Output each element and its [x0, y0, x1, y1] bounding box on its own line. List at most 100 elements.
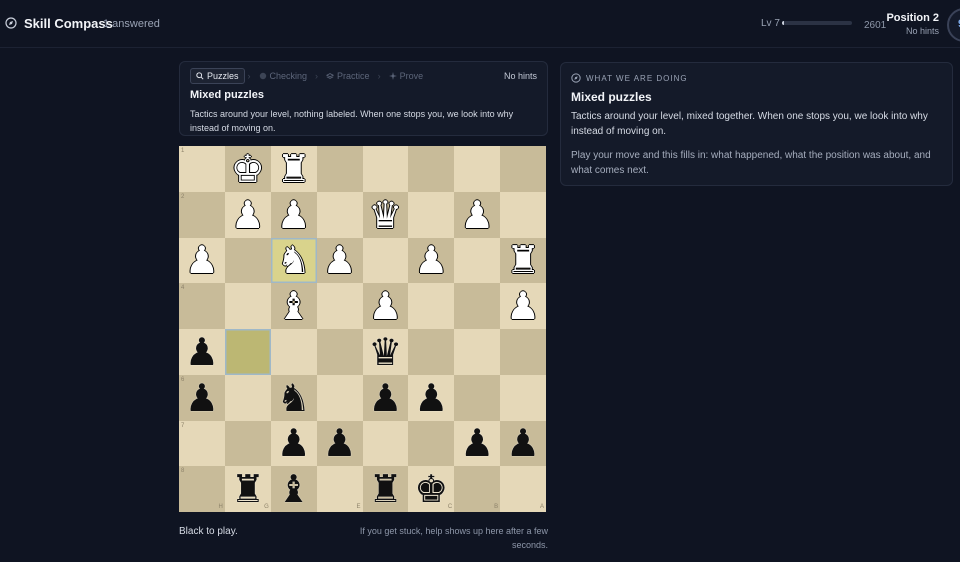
board-square[interactable]: B	[454, 466, 501, 512]
white-bishop-piece[interactable]: ♝	[277, 287, 311, 325]
board-square[interactable]	[454, 283, 501, 329]
white-pawn-piece[interactable]: ♟	[414, 241, 448, 279]
black-pawn-piece[interactable]: ♟	[506, 424, 540, 462]
board-square[interactable]: 1	[179, 146, 225, 192]
black-pawn-piece[interactable]: ♟	[277, 424, 311, 462]
board-square[interactable]: ♟	[454, 191, 501, 238]
board-square[interactable]: A	[500, 466, 546, 512]
board-square[interactable]: ♟	[179, 329, 225, 375]
board-square[interactable]: ♟	[362, 283, 409, 329]
board-square[interactable]: ♟	[500, 283, 546, 329]
tab-practice[interactable]: Practice	[321, 68, 375, 84]
white-pawn-piece[interactable]: ♟	[277, 196, 311, 234]
white-knight-piece[interactable]: ♞	[277, 241, 311, 279]
black-pawn-piece[interactable]: ♟	[460, 424, 494, 462]
board-square[interactable]	[408, 191, 455, 238]
board-square[interactable]: ♟	[454, 420, 501, 467]
board-square[interactable]: ♞	[270, 374, 317, 421]
white-pawn-piece[interactable]: ♟	[368, 287, 402, 325]
board-square[interactable]: ♟	[362, 374, 409, 421]
board-square[interactable]	[362, 420, 409, 467]
black-rook-piece[interactable]: ♜	[231, 470, 265, 508]
white-rook-piece[interactable]: ♜	[506, 241, 540, 279]
black-pawn-piece[interactable]: ♟	[368, 379, 402, 417]
sparkle-icon	[388, 72, 397, 80]
board-square[interactable]: C ♚	[408, 466, 455, 512]
black-pawn-piece[interactable]: ♟	[185, 379, 219, 417]
board-square[interactable]: 8H	[179, 466, 225, 512]
board-square[interactable]: ♟	[270, 191, 317, 238]
board-square[interactable]: ♟	[270, 420, 317, 467]
board-square[interactable]	[500, 191, 546, 238]
white-pawn-piece[interactable]: ♟	[323, 241, 357, 279]
board-square[interactable]: ♚	[224, 146, 271, 192]
black-knight-piece[interactable]: ♞	[277, 379, 311, 417]
board-square[interactable]: E	[316, 466, 363, 512]
board-square[interactable]	[224, 283, 271, 329]
board-square[interactable]	[224, 329, 271, 375]
board-square[interactable]: ♟	[316, 420, 363, 467]
board-square[interactable]: 7	[179, 420, 225, 467]
white-rook-piece[interactable]: ♜	[277, 150, 311, 188]
board-square[interactable]: ♟	[408, 374, 455, 421]
board-square[interactable]	[500, 374, 546, 421]
board-square[interactable]	[316, 146, 363, 192]
black-pawn-piece[interactable]: ♟	[414, 379, 448, 417]
tab-practice-label: Practice	[337, 71, 370, 81]
black-pawn-piece[interactable]: ♟	[185, 333, 219, 371]
board-square[interactable]: ♟	[408, 237, 455, 284]
board-square[interactable]: ♛	[362, 329, 409, 375]
board-square[interactable]: 4	[179, 283, 225, 329]
tab-puzzles[interactable]: Puzzles	[190, 68, 245, 84]
board-square[interactable]	[362, 237, 409, 284]
black-king-piece[interactable]: ♚	[414, 470, 448, 508]
board-square[interactable]	[408, 329, 455, 375]
board-square[interactable]: ♟	[316, 237, 363, 284]
board-square[interactable]: 2	[179, 191, 225, 238]
board-square[interactable]: ♜	[500, 237, 546, 284]
white-pawn-piece[interactable]: ♟	[506, 287, 540, 325]
board-square[interactable]: ♝	[270, 466, 317, 512]
tab-checking[interactable]: Checking	[254, 68, 313, 84]
board-square[interactable]: G ♜	[224, 466, 271, 512]
board-square[interactable]	[408, 420, 455, 467]
board-square[interactable]: ♜	[270, 146, 317, 192]
board-square[interactable]: ♝	[270, 283, 317, 329]
board-square[interactable]	[362, 146, 409, 192]
board-square[interactable]: ♟	[500, 420, 546, 467]
board-square[interactable]	[270, 329, 317, 375]
board-square[interactable]: ♟	[224, 191, 271, 238]
board-square[interactable]: ♟	[179, 237, 225, 284]
board-square[interactable]	[454, 237, 501, 284]
board-square[interactable]: ♛	[362, 191, 409, 238]
board-square[interactable]	[316, 191, 363, 238]
white-pawn-piece[interactable]: ♟	[460, 196, 494, 234]
white-queen-piece[interactable]: ♛	[368, 196, 402, 234]
white-pawn-piece[interactable]: ♟	[231, 196, 265, 234]
board-square[interactable]	[500, 329, 546, 375]
board-square[interactable]	[316, 283, 363, 329]
black-bishop-piece[interactable]: ♝	[277, 470, 311, 508]
board-square[interactable]	[454, 146, 501, 192]
board-square[interactable]	[224, 237, 271, 284]
board-square[interactable]	[316, 329, 363, 375]
board-square[interactable]	[500, 146, 546, 192]
board-square[interactable]: 6 ♟	[179, 374, 225, 421]
profile-badge[interactable]: 9	[947, 8, 960, 42]
chess-board[interactable]: 1 ♚ ♜ 2 ♟ ♟ ♛ ♟ ♟ ♞ ♟ ♟ ♜ 4 ♝ ♟ ♟ ♟ ♛ 6 ♟ ♞ ♟ ♟ 7 ♟ ♟ ♟ ♟ 8 H G ♜ ♝ E ♜ C ♚ B A	[179, 146, 546, 512]
tab-prove[interactable]: Prove	[384, 68, 429, 84]
white-pawn-piece[interactable]: ♟	[185, 241, 219, 279]
board-square[interactable]	[454, 329, 501, 375]
board-square[interactable]	[408, 283, 455, 329]
black-queen-piece[interactable]: ♛	[368, 333, 402, 371]
board-square[interactable]: ♞	[270, 237, 317, 284]
board-square[interactable]	[454, 374, 501, 421]
black-pawn-piece[interactable]: ♟	[323, 424, 357, 462]
black-rook-piece[interactable]: ♜	[368, 470, 402, 508]
board-square[interactable]	[224, 374, 271, 421]
white-king-piece[interactable]: ♚	[231, 150, 265, 188]
board-square[interactable]: ♜	[362, 466, 409, 512]
board-square[interactable]	[224, 420, 271, 467]
board-square[interactable]	[408, 146, 455, 192]
board-square[interactable]	[316, 374, 363, 421]
